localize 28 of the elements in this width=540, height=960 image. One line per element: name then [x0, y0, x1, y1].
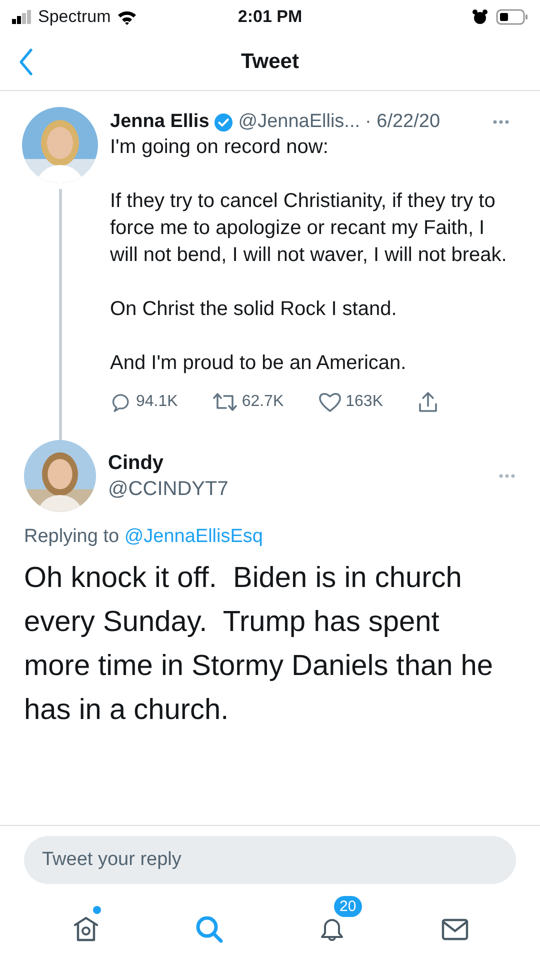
author-handle[interactable]: @JennaEllis... [238, 111, 360, 133]
heart-icon[interactable] [318, 391, 342, 413]
wifi-icon [116, 10, 137, 24]
search-icon[interactable] [194, 914, 224, 944]
carrier-name: Spectrum [38, 7, 111, 27]
tweet-text: On Christ the solid Rock I stand. [110, 297, 398, 322]
share-icon[interactable] [417, 390, 439, 414]
tweet-date: · 6/22/20 [365, 111, 440, 133]
comment-icon[interactable] [110, 391, 132, 413]
signal-icon [12, 10, 32, 24]
replying-to-text: Replying to @JennaEllisEsq [24, 526, 264, 548]
reply-field[interactable]: Tweet your reply [24, 836, 516, 884]
action-count: 94.1K [136, 393, 178, 411]
more-icon[interactable] [492, 119, 510, 125]
battery-icon [496, 9, 528, 25]
action-count: 163K [346, 393, 383, 411]
tweet-text: And I'm proud to be an American. [110, 351, 408, 376]
notification-badge: 20 [334, 896, 362, 917]
tweet-text: I'm going on record now: [110, 135, 330, 160]
clock-time: 2:01 PM [238, 7, 302, 27]
tweet-text: If they try to cancel Christianity, if they try to force me to apologize or recant my Faith, I will not bend, I will not waver, I will not break. [110, 189, 508, 268]
retweet-icon[interactable] [212, 391, 238, 413]
author-handle[interactable]: @CCINDYT7 [108, 478, 486, 500]
page-title: Tweet [241, 50, 299, 74]
author-name[interactable]: Jenna Ellis [110, 111, 210, 133]
reply-text: Oh knock it off. Biden is in church every Sunday. Trump has spent more time in Stormy Daniels than he has in a church. [24, 561, 494, 728]
author-name[interactable]: Cindy [108, 452, 486, 474]
action-count: 62.7K [242, 393, 284, 411]
